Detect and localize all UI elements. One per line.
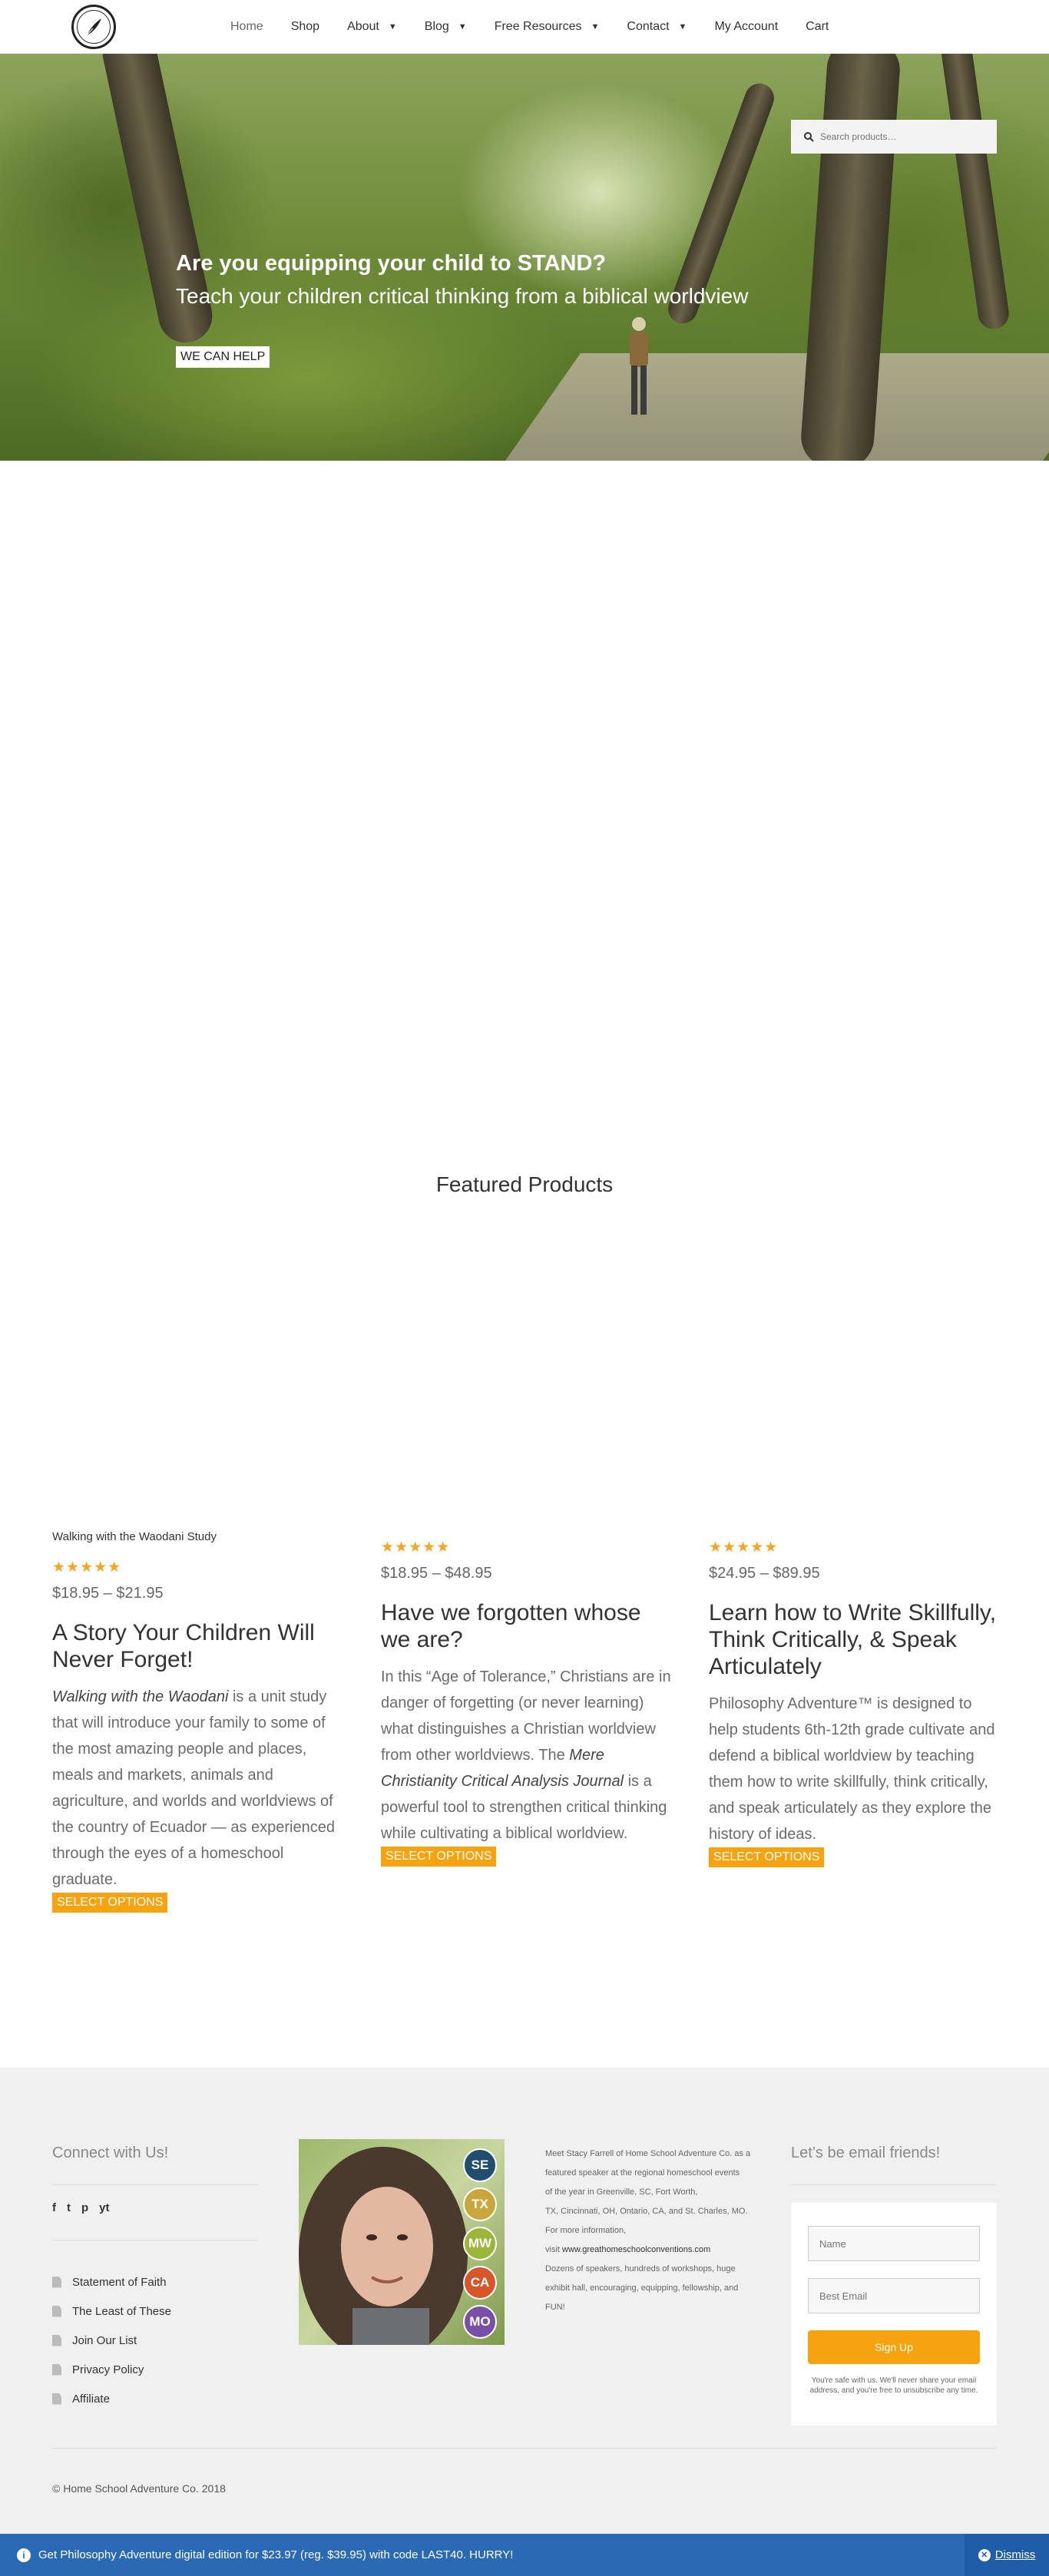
menu-shop[interactable]: Shop <box>291 20 319 34</box>
hero-tree-trunk <box>939 54 1011 331</box>
store-notice-bar: i Get Philosophy Adventure digital editi… <box>0 2534 1049 2576</box>
hero-banner: Are you equipping your child to STAND? T… <box>0 54 1049 461</box>
link-statement-of-faith[interactable]: Statement of Faith <box>52 2267 171 2297</box>
product-headline: A Story Your Children Will Never Forget! <box>52 1620 315 1672</box>
divider <box>52 2184 258 2185</box>
info-icon: i <box>17 2548 31 2562</box>
sign-up-button[interactable]: Sign Up <box>808 2330 980 2364</box>
document-icon <box>52 2392 61 2405</box>
link-affiliate[interactable]: Affiliate <box>52 2384 171 2413</box>
hero-subtitle: Teach your children critical thinking fr… <box>176 284 749 308</box>
link-privacy-policy[interactable]: Privacy Policy <box>52 2355 171 2384</box>
menu-my-account[interactable]: My Account <box>714 20 778 34</box>
connect-heading: Connect with Us! <box>52 2144 169 2161</box>
link-least-of-these[interactable]: The Least of These <box>52 2297 171 2326</box>
email-heading: Let’s be email friends! <box>791 2144 941 2161</box>
product-card: ★★★★★ $18.95 – $48.95 Have we forgotten … <box>381 1539 673 1867</box>
divider <box>52 2448 997 2449</box>
link-join-our-list[interactable]: Join Our List <box>52 2326 171 2355</box>
product-search[interactable] <box>791 120 997 154</box>
social-links: f t p yt <box>52 2201 110 2214</box>
email-signup-form: Sign Up You're safe with us. We'll never… <box>791 2203 997 2426</box>
badge-se: SE <box>463 2148 497 2182</box>
product-price: $18.95 – $48.95 <box>381 1565 492 1582</box>
divider <box>791 2184 997 2185</box>
pinterest-icon[interactable]: p <box>81 2201 88 2214</box>
site-footer: Connect with Us! f t p yt Statement of F… <box>0 2068 1049 2534</box>
email-field[interactable] <box>808 2278 980 2313</box>
chevron-down-icon: ▼ <box>591 22 600 31</box>
menu-contact[interactable]: Contact ▼ <box>627 20 687 34</box>
product-description: Walking with the Waodani is a unit study… <box>52 1688 335 1888</box>
document-icon <box>52 2305 61 2317</box>
badge-ca: CA <box>463 2266 497 2300</box>
menu-free-resources[interactable]: Free Resources ▼ <box>495 20 600 34</box>
top-nav: Home Shop About ▼ Blog ▼ Free Resources ▼ C… <box>0 0 1049 54</box>
site-logo[interactable] <box>71 5 116 49</box>
conventions-link[interactable]: www.greathomeschoolconventions.com <box>562 2245 710 2254</box>
speaker-portrait[interactable]: SE TX MW CA MO <box>299 2139 505 2345</box>
document-icon <box>52 2363 61 2376</box>
name-field[interactable] <box>808 2226 980 2261</box>
document-icon <box>52 2276 61 2288</box>
badge-mw: MW <box>463 2227 497 2260</box>
star-rating: ★★★★★ <box>381 1539 451 1556</box>
facebook-icon[interactable]: f <box>52 2201 56 2214</box>
product-price: $18.95 – $21.95 <box>52 1585 164 1602</box>
privacy-note: You're safe with us. We'll never share y… <box>809 2376 978 2395</box>
product-card: ★★★★★ $24.95 – $89.95 Learn how to Write… <box>709 1539 1001 1867</box>
hero-title: Are you equipping your child to STAND? <box>176 251 607 276</box>
product-headline: Learn how to Write Skillfully, Think Cri… <box>709 1600 997 1679</box>
chevron-down-icon: ▼ <box>458 22 467 31</box>
search-input[interactable] <box>820 131 989 142</box>
hero-forest-path <box>494 353 1049 461</box>
twitter-icon[interactable]: t <box>67 2201 71 2214</box>
chevron-down-icon: ▼ <box>678 22 687 31</box>
product-headline: Have we forgotten whose we are? <box>381 1600 641 1652</box>
footer-links: Statement of Faith The Least of These Jo… <box>52 2267 171 2413</box>
search-icon <box>804 132 814 142</box>
star-rating: ★★★★★ <box>52 1559 122 1576</box>
product-description: In this “Age of Tolerance,” Christians a… <box>381 1668 671 1842</box>
logo-emblem <box>77 10 111 44</box>
quill-icon <box>85 18 101 37</box>
menu-about[interactable]: About ▼ <box>347 20 397 34</box>
select-options-button[interactable]: SELECT OPTIONS <box>381 1847 497 1867</box>
badge-mo: MO <box>463 2305 497 2339</box>
menu-home[interactable]: Home <box>230 20 263 34</box>
menu-blog[interactable]: Blog ▼ <box>425 20 467 34</box>
product-price: $24.95 – $89.95 <box>709 1565 820 1582</box>
product-title[interactable]: Walking with the Waodani Study <box>52 1530 344 1543</box>
menu-cart[interactable]: Cart <box>806 20 829 34</box>
speaker-info: Meet Stacy Farrell of Home School Advent… <box>545 2149 751 2312</box>
featured-products-heading: Featured Products <box>435 1172 614 1196</box>
notice-text: Get Philosophy Adventure digital edition… <box>38 2548 514 2561</box>
badge-tx: TX <box>463 2187 497 2221</box>
product-card: Walking with the Waodani Study ★★★★★ $18… <box>52 1530 344 1913</box>
chevron-down-icon: ▼ <box>388 22 397 31</box>
main-menu: Home Shop About ▼ Blog ▼ Free Resources ▼ C… <box>230 0 856 54</box>
dismiss-button[interactable]: ✕ Dismiss <box>965 2534 1049 2576</box>
select-options-button[interactable]: SELECT OPTIONS <box>709 1847 825 1867</box>
star-rating: ★★★★★ <box>709 1539 779 1556</box>
youtube-icon[interactable]: yt <box>99 2201 109 2214</box>
select-options-button[interactable]: SELECT OPTIONS <box>52 1893 168 1913</box>
copyright: © Home School Adventure Co. 2018 <box>52 2482 226 2495</box>
we-can-help-button[interactable]: WE CAN HELP <box>176 346 270 368</box>
hiker-figure <box>630 317 648 415</box>
product-description: Philosophy Adventure™ is designed to hel… <box>709 1695 995 1843</box>
document-icon <box>52 2334 61 2346</box>
close-icon: ✕ <box>978 2548 991 2561</box>
